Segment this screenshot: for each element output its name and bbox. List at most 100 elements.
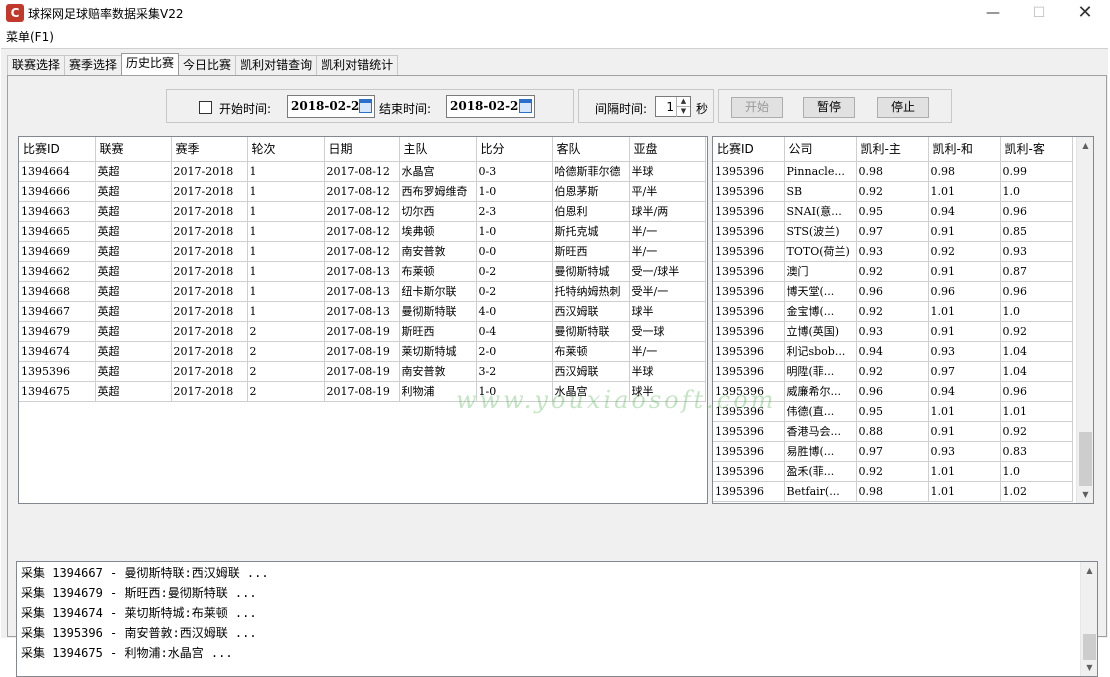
kelly-row[interactable]: 1395396 威廉希尔... 0.96 0.94 0.96 — [713, 381, 1073, 402]
kelly-row[interactable]: 1395396 利记sbob... 0.94 0.93 1.04 — [713, 341, 1073, 362]
log-panel[interactable]: ▲ ▼ 采集 1394667 - 曼彻斯特联:西汉姆联 ... 采集 139467… — [16, 561, 1098, 677]
match-cell: 1 — [247, 221, 325, 242]
tab-3[interactable]: 今日比赛 — [178, 55, 237, 75]
match-row[interactable]: 1394665 英超 2017-2018 1 2017-08-12 埃弗顿 1-0 斯托克城半… — [19, 221, 706, 242]
maximize-button[interactable]: ☐ — [1016, 0, 1062, 26]
kelly-cell: 1395396 — [713, 181, 785, 202]
match-row[interactable]: 1394674 英超 2017-2018 2 2017-08-19 莱切斯特城 2-0 布莱顿… — [19, 341, 706, 362]
close-button[interactable]: ✕ — [1062, 0, 1108, 26]
spin-up-icon[interactable]: ▲ — [676, 97, 690, 107]
kelly-cell: Betfair(... — [784, 481, 857, 502]
kelly-row[interactable]: 1395396 Pinnacle... 0.98 0.98 0.99 — [713, 161, 1073, 182]
match-cell: 2017-08-12 — [324, 201, 400, 222]
match-row[interactable]: 1394662 英超 2017-2018 1 2017-08-13 布莱顿 0-2 曼彻斯特城… — [19, 261, 706, 282]
start-button[interactable]: 开始 — [731, 97, 783, 118]
match-cell: 1394675 — [19, 381, 96, 402]
scroll-down-icon[interactable]: ▼ — [1081, 659, 1098, 676]
match-row[interactable]: 1395396 英超 2017-2018 2 2017-08-19 南安普敦 3-2 西汉姆联… — [19, 361, 706, 382]
kelly-cell: 1.04 — [1000, 341, 1073, 362]
kelly-cell: 1395396 — [713, 301, 785, 322]
interval-stepper[interactable]: 1 ▲ ▼ — [655, 96, 691, 117]
match-grid[interactable]: 比赛ID 联赛 赛季 轮次 日期 主队 比分 客队 亚盘 1394664 英超 2017-2018 1 2… — [18, 136, 708, 504]
match-cell: 南安普敦 — [399, 361, 477, 382]
kelly-header-cell[interactable]: 比赛ID — [713, 137, 785, 162]
match-cell: 平/半 — [629, 181, 706, 202]
match-row[interactable]: 1394664 英超 2017-2018 1 2017-08-12 水晶宫 0-3 哈德斯菲尔… — [19, 161, 706, 182]
match-row[interactable]: 1394666 英超 2017-2018 1 2017-08-12 西布罗姆维奇 1-0 伯恩… — [19, 181, 706, 202]
kelly-cell: 1.0 — [1000, 461, 1073, 482]
scroll-thumb[interactable] — [1079, 432, 1092, 486]
kelly-row[interactable]: 1395396 立博(英国) 0.93 0.91 0.92 — [713, 321, 1073, 342]
match-header-cell[interactable]: 联赛 — [95, 137, 172, 162]
match-row[interactable]: 1394667 英超 2017-2018 1 2017-08-13 曼彻斯特联 4-0 西汉姆… — [19, 301, 706, 322]
match-cell: 1-0 — [476, 221, 553, 242]
tab-5[interactable]: 凯利对错统计 — [316, 55, 399, 75]
calendar-icon[interactable] — [519, 99, 532, 113]
kelly-scrollbar[interactable]: ▲ ▼ — [1076, 137, 1093, 503]
match-header-cell[interactable]: 比分 — [476, 137, 553, 162]
pause-button[interactable]: 暂停 — [803, 97, 855, 118]
tab-2[interactable]: 历史比赛 — [121, 53, 180, 75]
kelly-cell: 1.01 — [928, 461, 1001, 482]
match-header-cell[interactable]: 亚盘 — [629, 137, 706, 162]
minimize-button[interactable]: — — [970, 0, 1016, 26]
spin-down-icon[interactable]: ▼ — [676, 107, 690, 117]
kelly-cell: 0.95 — [856, 401, 929, 422]
calendar-icon[interactable] — [359, 99, 372, 113]
match-cell: 2 — [247, 321, 325, 342]
kelly-grid[interactable]: 比赛ID 公司 凯利-主 凯利-和 凯利-客 1395396 Pinnacle... 0.98… — [712, 136, 1094, 504]
kelly-cell: 1.0 — [1000, 301, 1073, 322]
tab-4[interactable]: 凯利对错查询 — [235, 55, 318, 75]
kelly-header-cell[interactable]: 凯利-客 — [1000, 137, 1073, 162]
match-header-cell[interactable]: 赛季 — [171, 137, 248, 162]
match-row[interactable]: 1394663 英超 2017-2018 1 2017-08-12 切尔西 2-3 伯恩利 球半… — [19, 201, 706, 222]
menu-main[interactable]: 菜单(F1) — [6, 28, 54, 45]
match-header-cell[interactable]: 主队 — [399, 137, 477, 162]
kelly-row[interactable]: 1395396 易胜博(... 0.97 0.93 0.83 — [713, 441, 1073, 462]
kelly-header-cell[interactable]: 公司 — [784, 137, 857, 162]
match-cell: 0-2 — [476, 281, 553, 302]
kelly-row[interactable]: 1395396 博天堂(... 0.96 0.96 0.96 — [713, 281, 1073, 302]
kelly-row[interactable]: 1395396 香港马会... 0.88 0.91 0.92 — [713, 421, 1073, 442]
match-cell: 2017-08-19 — [324, 321, 400, 342]
app-logo-icon: C — [6, 4, 24, 22]
match-header-cell[interactable]: 日期 — [324, 137, 400, 162]
match-cell: 纽卡斯尔联 — [399, 281, 477, 302]
kelly-cell: 1395396 — [713, 381, 785, 402]
match-header-cell[interactable]: 比赛ID — [19, 137, 96, 162]
kelly-row[interactable]: 1395396 澳门 0.92 0.91 0.87 — [713, 261, 1073, 282]
kelly-row[interactable]: 1395396 STS(波兰) 0.97 0.91 0.85 — [713, 221, 1073, 242]
kelly-cell: 0.94 — [928, 201, 1001, 222]
match-cell: 水晶宫 — [399, 161, 477, 182]
scroll-thumb[interactable] — [1083, 634, 1096, 660]
kelly-cell: 1395396 — [713, 241, 785, 262]
kelly-row[interactable]: 1395396 TOTO(荷兰) 0.93 0.92 0.93 — [713, 241, 1073, 262]
scroll-down-icon[interactable]: ▼ — [1077, 486, 1093, 503]
log-scrollbar[interactable]: ▲ ▼ — [1080, 562, 1097, 676]
kelly-header-cell[interactable]: 凯利-主 — [856, 137, 929, 162]
stop-button[interactable]: 停止 — [877, 97, 929, 118]
tab-0[interactable]: 联赛选择 — [7, 55, 66, 75]
kelly-header-cell[interactable]: 凯利-和 — [928, 137, 1001, 162]
kelly-row[interactable]: 1395396 金宝博(... 0.92 1.01 1.0 — [713, 301, 1073, 322]
scroll-up-icon[interactable]: ▲ — [1077, 137, 1093, 154]
scroll-up-icon[interactable]: ▲ — [1081, 562, 1098, 579]
match-row[interactable]: 1394669 英超 2017-2018 1 2017-08-12 南安普敦 0-0 斯旺西半… — [19, 241, 706, 262]
match-cell: 英超 — [95, 361, 172, 382]
kelly-row[interactable]: 1395396 伟德(直... 0.95 1.01 1.01 — [713, 401, 1073, 422]
match-cell: 英超 — [95, 261, 172, 282]
match-row[interactable]: 1394668 英超 2017-2018 1 2017-08-13 纽卡斯尔联 0-2 托特纳… — [19, 281, 706, 302]
start-time-checkbox[interactable] — [199, 101, 212, 114]
match-header-cell[interactable]: 轮次 — [247, 137, 325, 162]
kelly-row[interactable]: 1395396 SB 0.92 1.01 1.0 — [713, 181, 1073, 202]
kelly-row[interactable]: 1395396 盈禾(菲... 0.92 1.01 1.0 — [713, 461, 1073, 482]
match-row[interactable]: 1394679 英超 2017-2018 2 2017-08-19 斯旺西 0-4 曼彻斯特联… — [19, 321, 706, 342]
tab-1[interactable]: 赛季选择 — [64, 55, 123, 75]
match-header-cell[interactable]: 客队 — [552, 137, 630, 162]
start-date-picker[interactable]: 2018-02-20 — [287, 95, 375, 118]
kelly-row[interactable]: 1395396 SNAI(意... 0.95 0.94 0.96 — [713, 201, 1073, 222]
match-row[interactable]: 1394675 英超 2017-2018 2 2017-08-19 利物浦 1-0 水晶宫 球半 — [19, 381, 706, 402]
kelly-row[interactable]: 1395396 Betfair(... 0.98 1.01 1.02 — [713, 481, 1073, 502]
end-date-picker[interactable]: 2018-02-21 — [446, 95, 535, 118]
kelly-row[interactable]: 1395396 明陞(菲... 0.92 0.97 1.04 — [713, 361, 1073, 382]
